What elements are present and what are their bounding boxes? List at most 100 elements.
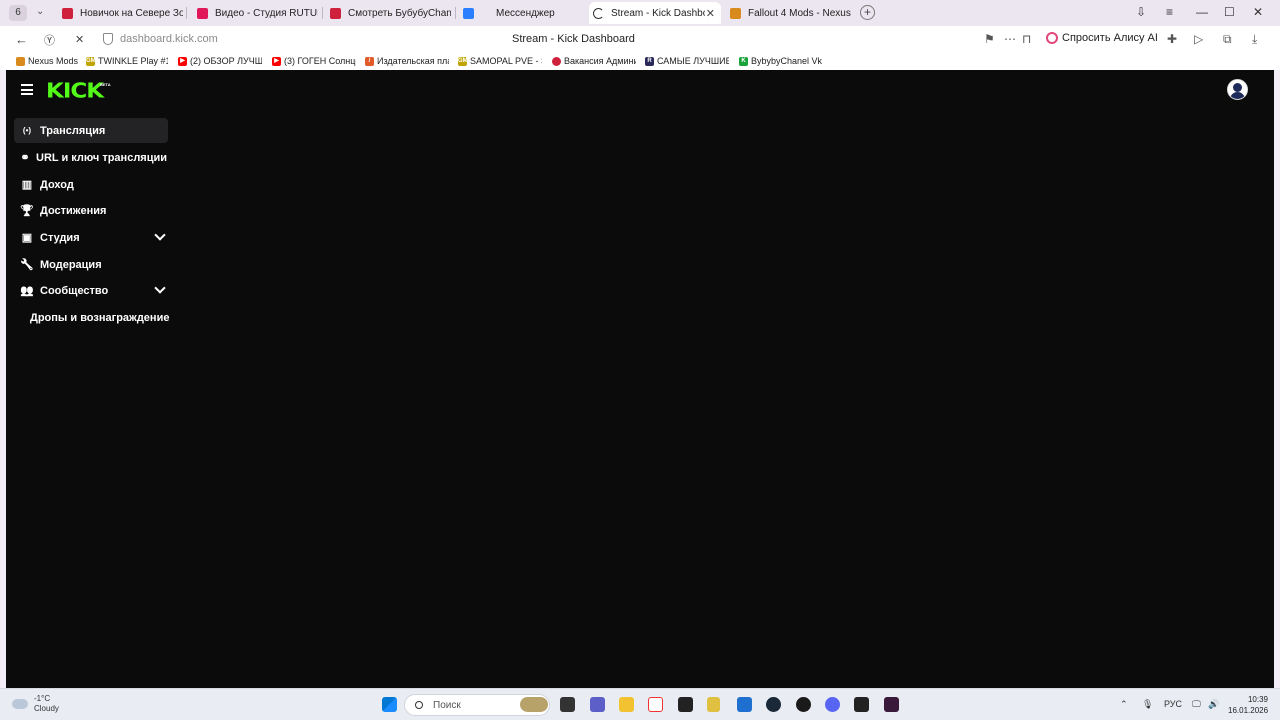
bookmark-item[interactable]: Nexus Mods	[16, 56, 80, 66]
bookmark-item[interactable]: ▶ (3) ГОГЕН Солнце	[272, 56, 356, 66]
site-info-shield-icon[interactable]	[103, 33, 113, 45]
nav-item-revenue[interactable]: ▥ Доход	[14, 172, 168, 197]
browser-tab[interactable]: Видео - Студия RUTUBE	[193, 2, 318, 24]
bookmark-label: TWINKLE Play #1	[98, 56, 168, 66]
user-avatar[interactable]	[1227, 79, 1248, 100]
menu-icon[interactable]: ≡	[1166, 5, 1173, 19]
tab-list-chevron-icon[interactable]: ⌄	[36, 6, 44, 17]
bookmark-item[interactable]: K BybybyChanel Vk	[739, 56, 823, 66]
bookmark-item[interactable]: Вакансия Админи	[552, 56, 636, 66]
clock[interactable]: 10:39 16.01.2026	[1228, 694, 1268, 716]
app-icon[interactable]	[854, 697, 869, 712]
yandex-icon[interactable]: Ⓨ	[44, 32, 55, 48]
nav-label: Студия	[40, 231, 80, 244]
microphone-icon[interactable]: 🎙	[1142, 699, 1153, 710]
browser-tab-active[interactable]: Stream - Kick Dashboard ✕	[589, 2, 721, 24]
search-highlight-icon	[520, 697, 548, 712]
chevron-down-icon[interactable]	[154, 229, 166, 241]
bookmark-favicon-icon	[552, 56, 561, 66]
browser-tab[interactable]: Новичок на Севере Зоны	[58, 2, 183, 24]
github-icon[interactable]	[796, 697, 811, 712]
nav-item-url-key[interactable]: ⚭ URL и ключ трансляции	[14, 145, 168, 170]
cloud-icon	[12, 699, 28, 709]
back-icon[interactable]: ←	[15, 32, 28, 47]
nav-label: URL и ключ трансляции	[36, 151, 168, 164]
close-window-icon[interactable]: ✕	[1253, 5, 1263, 19]
extensions-icon[interactable]: ✚	[1167, 32, 1177, 46]
address-bar-row: ← Ⓨ ✕ dashboard.kick.com Stream - Kick D…	[0, 26, 1280, 54]
wrench-icon: 🔧	[20, 259, 34, 271]
obs-icon[interactable]	[884, 697, 899, 712]
bookmark-item[interactable]: GM TWINKLE Play #1	[86, 56, 168, 66]
browser-tab[interactable]: Смотреть БубубуChannel	[326, 2, 451, 24]
volume-icon[interactable]: 🔊	[1208, 699, 1219, 710]
language-indicator[interactable]: РУС	[1164, 699, 1182, 709]
search-placeholder: Поиск	[433, 699, 461, 711]
chevron-down-icon[interactable]	[154, 282, 166, 294]
tray-chevron-icon[interactable]: ⌃	[1120, 699, 1128, 710]
bookmark-icon[interactable]: ⊓	[1022, 32, 1031, 46]
weather-widget[interactable]: -1°C Cloudy	[12, 694, 59, 714]
translate-icon[interactable]: ⚑	[984, 32, 995, 46]
bookmark-label: SAMOPAL PVE - S	[470, 56, 542, 66]
network-icon[interactable]: 🖵	[1192, 699, 1201, 710]
steam-icon[interactable]	[766, 697, 781, 712]
maximize-icon[interactable]: ☐	[1224, 5, 1235, 19]
nav-label: Модерация	[40, 258, 102, 271]
bookmark-favicon-icon: R	[645, 56, 654, 66]
downloads-tray-icon[interactable]: ⇩	[1136, 5, 1146, 19]
studio-icon: ▣	[21, 232, 33, 244]
bookmark-item[interactable]: GM SAMOPAL PVE - S	[458, 56, 542, 66]
media-icon[interactable]: ▷	[1194, 32, 1203, 46]
nav-item-moderation[interactable]: 🔧 Модерация	[14, 252, 168, 277]
nav-item-achievements[interactable]: 🏆 Достижения	[14, 198, 168, 223]
bookmark-favicon-icon	[16, 56, 25, 66]
alice-label: Спросить Алису AI	[1062, 32, 1158, 44]
teams-icon[interactable]	[590, 697, 605, 712]
store-icon[interactable]	[737, 697, 752, 712]
minimize-icon[interactable]: —	[1196, 5, 1208, 19]
vault-icon[interactable]	[707, 697, 720, 712]
new-tab-plus-icon[interactable]: +	[860, 5, 875, 20]
bookmark-item[interactable]: / Издательская пла	[365, 56, 449, 66]
stop-loading-icon[interactable]: ✕	[75, 33, 84, 46]
tab-title: Новичок на Севере Зоны	[80, 7, 183, 19]
time: 10:39	[1247, 695, 1268, 704]
kick-dashboard: KICK BETA (•) Трансляция ⚭ URL и ключ тр…	[6, 70, 1274, 688]
tab-title: Stream - Kick Dashboard	[611, 7, 705, 19]
more-icon[interactable]: ⋯	[1004, 32, 1016, 46]
browser-tab-strip: 6 ⌄ Новичок на Севере Зоны Видео - Студи…	[0, 0, 1280, 26]
start-windows-icon[interactable]	[382, 697, 397, 712]
tab-favicon-icon	[463, 7, 474, 19]
nav-item-studio[interactable]: ▣ Студия	[14, 225, 168, 250]
close-tab-icon[interactable]: ✕	[706, 7, 715, 20]
nav-label: Сообщество	[40, 284, 109, 297]
ask-alice-button[interactable]: Спросить Алису AI	[1046, 32, 1158, 44]
bookmarks-bar: Nexus Mods GM TWINKLE Play #1 ▶ (2) ОБЗО…	[0, 54, 1280, 70]
browser-tab[interactable]: Fallout 4 Mods - Nexus Mods	[726, 2, 851, 24]
temperature: -1°C	[34, 694, 51, 703]
discord-icon[interactable]	[825, 697, 840, 712]
trophy-icon: 🏆	[20, 205, 34, 217]
tab-count-button[interactable]: 6	[9, 5, 27, 21]
terminal-icon[interactable]	[678, 697, 693, 712]
file-explorer-icon[interactable]	[619, 697, 634, 712]
page-title: Stream - Kick Dashboard	[512, 33, 635, 45]
nav-label: Достижения	[40, 204, 107, 217]
collections-icon[interactable]: ⧉	[1223, 32, 1232, 47]
nav-label: Дропы и вознаграждение	[30, 311, 170, 324]
task-view-icon[interactable]	[560, 697, 575, 712]
hamburger-menu-icon[interactable]	[21, 84, 33, 98]
browser-tab[interactable]: Мессенджер	[459, 2, 584, 24]
url-field[interactable]: dashboard.kick.com	[120, 33, 218, 45]
yandex-browser-icon[interactable]	[648, 697, 663, 712]
date: 16.01.2026	[1228, 706, 1269, 715]
nav-item-drops[interactable]: Дропы и вознаграждение	[30, 305, 184, 330]
chart-icon: ▥	[21, 179, 33, 191]
download-icon[interactable]: ⤓	[1252, 32, 1257, 47]
kick-logo[interactable]: KICK	[46, 79, 104, 102]
bookmark-item[interactable]: R САМЫЕ ЛУЧШИЕ	[645, 56, 729, 66]
nav-item-stream[interactable]: (•) Трансляция	[14, 118, 168, 143]
bookmark-item[interactable]: ▶ (2) ОБЗОР ЛУЧШИ	[178, 56, 262, 66]
nav-item-community[interactable]: 👥 Сообщество	[14, 278, 168, 303]
